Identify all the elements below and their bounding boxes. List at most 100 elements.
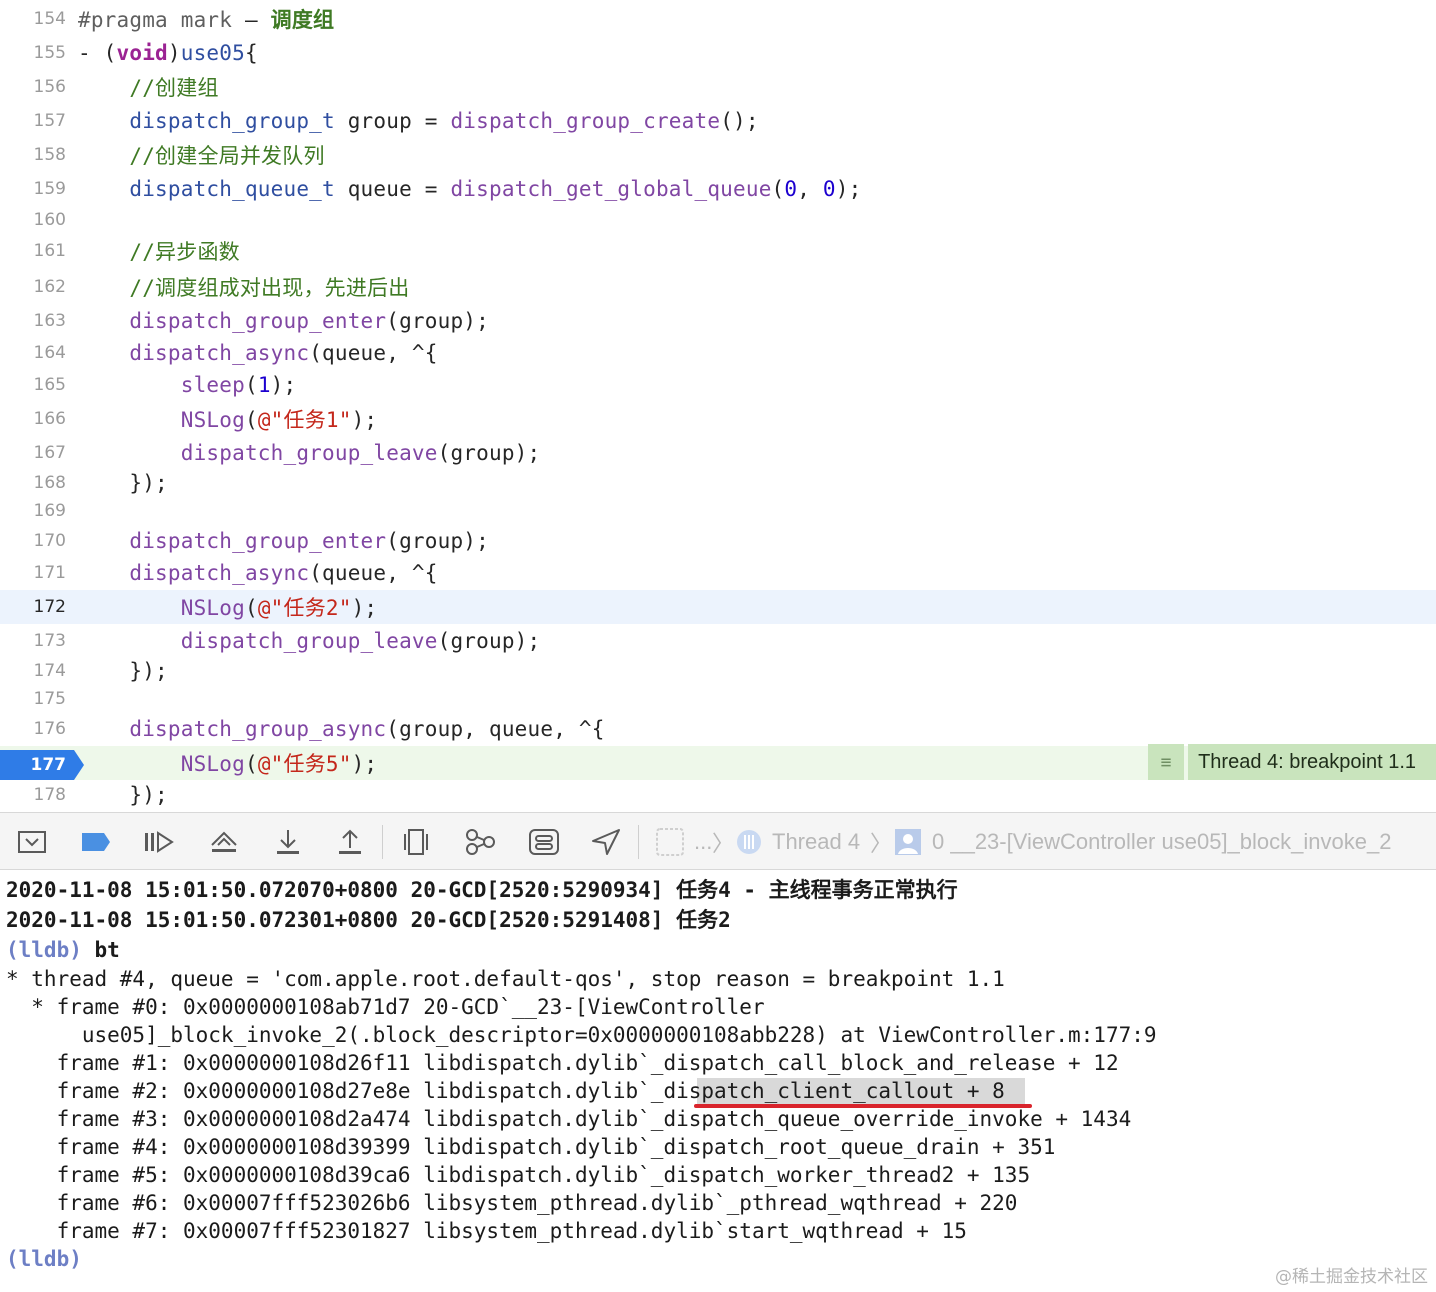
line-number[interactable]: 176 [0,719,78,739]
breadcrumb-thread[interactable]: Thread 4 [772,827,860,857]
code-token: , [797,177,823,201]
line-number[interactable]: 169 [0,501,78,521]
code-text[interactable]: dispatch_async(queue, ^{ [78,561,438,585]
code-text[interactable]: //调度组成对出现，先进后出 [78,272,409,302]
app-icon[interactable] [654,827,686,857]
line-number[interactable]: 157 [0,111,78,131]
continue-icon[interactable] [140,827,176,857]
code-line[interactable]: 159 dispatch_queue_t queue = dispatch_ge… [0,172,1436,206]
line-number[interactable]: 170 [0,531,78,551]
console-line: frame #5: 0x0000000108d39ca6 libdispatch… [6,1163,1031,1187]
code-text[interactable]: - (void)use05{ [78,41,258,65]
step-into-icon[interactable] [270,827,306,857]
code-text[interactable]: }); [78,783,168,807]
line-number[interactable]: 154 [0,9,78,29]
code-token: sleep [180,373,245,397]
code-line[interactable]: 172 NSLog(@"任务2"); [0,590,1436,624]
line-number[interactable]: 171 [0,563,78,583]
code-text[interactable]: //创建组 [78,72,219,102]
code-line[interactable]: 162 //调度组成对出现，先进后出 [0,270,1436,304]
code-line[interactable]: 164 dispatch_async(queue, ^{ [0,336,1436,370]
code-line[interactable]: 167 dispatch_group_leave(group); [0,436,1436,470]
code-token: dispatch_group_enter [129,309,387,333]
code-text[interactable]: NSLog(@"任务5"); [78,748,377,778]
breakpoint-annotation[interactable]: ≡ Thread 4: breakpoint 1.1 [1148,744,1436,780]
breakpoints-toggle-icon[interactable] [78,827,114,857]
code-line[interactable]: 176 dispatch_group_async(group, queue, ^… [0,712,1436,746]
source-editor[interactable]: 154 #pragma mark – 调度组 155- (void)use05{15… [0,0,1436,812]
line-number[interactable]: 165 [0,375,78,395]
line-number[interactable]: 162 [0,277,78,297]
line-number[interactable]: 159 [0,179,78,199]
line-number[interactable]: 163 [0,311,78,331]
line-number[interactable]: 158 [0,145,78,165]
code-line[interactable]: 170 dispatch_group_enter(group); [0,524,1436,558]
line-number[interactable]: 167 [0,443,78,463]
code-line[interactable]: 166 NSLog(@"任务1"); [0,402,1436,436]
code-text[interactable]: dispatch_group_t group = dispatch_group_… [78,109,759,133]
environment-overrides-icon[interactable] [526,827,562,857]
line-number[interactable]: 161 [0,241,78,261]
code-text[interactable]: dispatch_group_async(group, queue, ^{ [78,717,605,741]
code-line[interactable]: 165 sleep(1); [0,368,1436,402]
line-number[interactable]: 155 [0,43,78,63]
code-token: (group); [437,629,541,653]
code-text[interactable]: //创建全局并发队列 [78,140,325,170]
code-line[interactable]: 156 //创建组 [0,70,1436,104]
code-line[interactable]: 178 }); [0,778,1436,812]
line-number[interactable]: 166 [0,409,78,429]
breadcrumb-frame[interactable]: 0 __23-[ViewController use05]_block_invo… [932,827,1391,857]
breadcrumb-ellipsis[interactable]: ... [694,827,712,857]
code-text[interactable]: dispatch_group_leave(group); [78,441,540,465]
code-text[interactable]: }); [78,471,168,495]
code-line[interactable]: 157 dispatch_group_t group = dispatch_gr… [0,104,1436,138]
code-text[interactable]: NSLog(@"任务2"); [78,592,377,622]
line-number[interactable]: 172 [0,597,78,617]
memory-graph-icon[interactable] [462,827,498,857]
menu-lines-icon[interactable]: ≡ [1148,744,1185,780]
code-line[interactable]: 161 //异步函数 [0,234,1436,268]
line-number[interactable]: 156 [0,77,78,97]
code-line[interactable]: 175 [0,682,1436,716]
code-token: dispatch_group_leave [180,441,438,465]
code-text[interactable]: }); [78,659,168,683]
chevron-right-icon: 〉 [870,831,893,856]
hide-debug-area-icon[interactable] [14,827,50,857]
debug-view-hierarchy-icon[interactable] [398,827,434,857]
code-text[interactable]: dispatch_group_leave(group); [78,629,540,653]
code-text[interactable]: #pragma mark – 调度组 [78,4,334,34]
simulate-location-icon[interactable] [588,827,624,857]
code-token: ); [351,408,378,432]
step-out-icon[interactable] [332,827,368,857]
line-number[interactable]: 174 [0,661,78,681]
code-line[interactable]: 169 [0,494,1436,528]
step-over-icon[interactable] [206,827,242,857]
code-line[interactable]: 163 dispatch_group_enter(group); [0,304,1436,338]
code-line[interactable]: 171 dispatch_async(queue, ^{ [0,556,1436,590]
line-number[interactable]: 168 [0,473,78,493]
line-number[interactable]: 164 [0,343,78,363]
lldb-prompt-line: (lldb) bt [6,936,120,964]
line-number[interactable]: 173 [0,631,78,651]
line-number[interactable]: 160 [0,210,78,230]
code-line[interactable]: 158 //创建全局并发队列 [0,138,1436,172]
code-line[interactable]: 155- (void)use05{ [0,36,1436,70]
code-token: – [232,8,271,32]
code-text[interactable]: sleep(1); [78,373,296,397]
code-text[interactable]: NSLog(@"任务1"); [78,404,377,434]
code-text[interactable]: dispatch_group_enter(group); [78,309,489,333]
code-line[interactable]: 173 dispatch_group_leave(group); [0,624,1436,658]
code-line[interactable]: 154 #pragma mark – 调度组 [0,2,1436,36]
line-number[interactable]: 178 [0,785,78,805]
code-text[interactable]: dispatch_queue_t queue = dispatch_get_gl… [78,177,861,201]
code-token: 0 [784,177,798,201]
breakpoint-marker[interactable]: 177 [0,750,84,780]
code-text[interactable]: dispatch_async(queue, ^{ [78,341,438,365]
code-line[interactable]: 160 [0,203,1436,237]
code-text[interactable]: dispatch_group_enter(group); [78,529,489,553]
line-number[interactable]: 175 [0,689,78,709]
code-text[interactable]: //异步函数 [78,236,240,266]
